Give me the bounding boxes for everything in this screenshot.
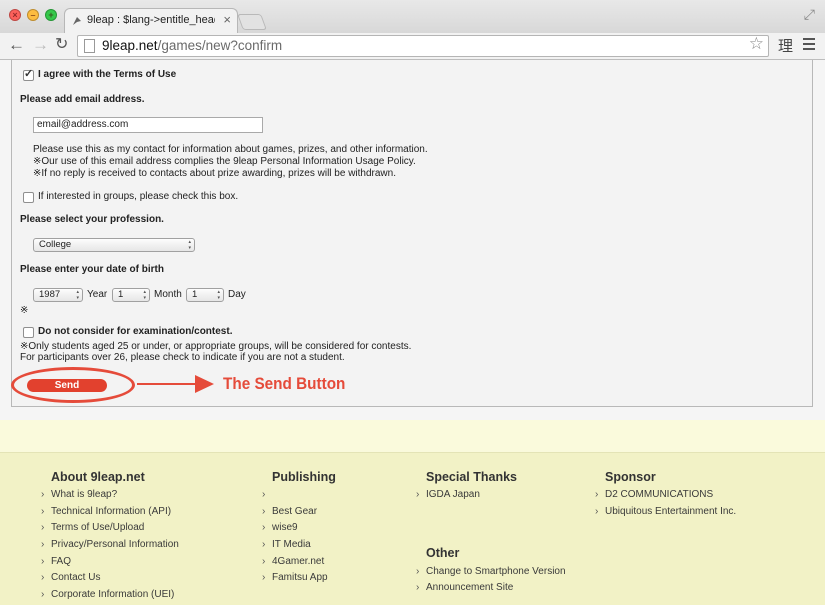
footer-link[interactable]: Contact Us xyxy=(41,572,101,583)
bookmark-star-icon[interactable]: ☆ xyxy=(749,34,764,54)
dob-heading: Please enter your date of birth xyxy=(20,264,164,275)
footer-link[interactable]: Corporate Information (UEI) xyxy=(41,589,174,600)
terms-checkbox[interactable] xyxy=(23,67,34,81)
profession-heading: Please select your profession. xyxy=(20,214,164,225)
contest-label: Do not consider for examination/contest. xyxy=(38,326,233,337)
forward-icon[interactable]: → xyxy=(32,35,49,55)
profession-select[interactable]: College xyxy=(33,238,195,252)
footer-link[interactable]: What is 9leap? xyxy=(41,489,117,500)
contest-note: ※Only students aged 25 or under, or appr… xyxy=(20,341,412,352)
dob-year-select[interactable]: 1987 xyxy=(33,288,83,302)
groups-label: If interested in groups, please check th… xyxy=(38,191,239,202)
zoom-window-icon[interactable]: + xyxy=(45,9,57,21)
email-field[interactable]: email@address.com xyxy=(33,117,263,133)
email-note: Please use this as my contact for inform… xyxy=(33,144,428,155)
email-note: ※If no reply is received to contacts abo… xyxy=(33,168,396,179)
footer-heading-thanks: Special Thanks xyxy=(426,470,518,484)
contest-note: For participants over 26, please check t… xyxy=(20,352,345,363)
favicon-icon xyxy=(73,17,81,25)
browser-toolbar: ← → ↻ 9leap.net/games/new?confirm ☆ 理 xyxy=(0,33,825,60)
footer-link[interactable]: 4Gamer.net xyxy=(262,556,324,567)
footer-heading-sponsor: Sponsor xyxy=(605,470,656,484)
groups-checkbox[interactable] xyxy=(23,192,34,203)
url-text: 9leap.net/games/new?confirm xyxy=(102,38,282,53)
address-bar[interactable]: 9leap.net/games/new?confirm ☆ xyxy=(77,34,769,57)
footer-link[interactable]: Announcement Site xyxy=(416,582,513,593)
annotation-arrow-head xyxy=(195,375,214,393)
hamburger-menu-icon[interactable] xyxy=(803,38,815,53)
url-host: 9leap.net xyxy=(102,38,158,53)
browser-tab[interactable]: 9leap : $lang->entitle_head × xyxy=(64,8,238,34)
email-note: ※Our use of this email address complies … xyxy=(33,156,416,167)
footer-link[interactable]: FAQ xyxy=(41,556,71,567)
dob-day-select[interactable]: 1 xyxy=(186,288,224,302)
url-path: /games/new?confirm xyxy=(157,38,283,53)
footer-heading-other: Other xyxy=(426,546,460,560)
email-heading: Please add email address. xyxy=(20,94,145,105)
footer-link[interactable]: IT Media xyxy=(262,539,311,550)
close-tab-icon[interactable]: × xyxy=(223,12,231,27)
footer-link[interactable]: Terms of Use/Upload xyxy=(41,522,144,533)
footer-link[interactable]: Privacy/Personal Information xyxy=(41,539,179,550)
annotation-ellipse xyxy=(11,367,135,403)
terms-label: I agree with the Terms of Use xyxy=(38,69,177,80)
fullscreen-icon[interactable]: ⤢ xyxy=(804,6,815,23)
minimize-window-icon[interactable]: – xyxy=(27,9,39,21)
back-icon[interactable]: ← xyxy=(8,35,25,55)
dob-month-select[interactable]: 1 xyxy=(112,288,150,302)
contest-checkbox[interactable] xyxy=(23,327,34,338)
tab-title: 9leap : $lang->entitle_head xyxy=(87,14,215,26)
annotation-arrow-shaft xyxy=(137,383,199,385)
annotation-label: The Send Button xyxy=(223,374,346,393)
footer-link[interactable]: IGDA Japan xyxy=(416,489,480,500)
dob-note: ※ xyxy=(20,305,29,316)
extension-icon[interactable]: 理 xyxy=(778,35,793,56)
dob-month-unit: Month xyxy=(154,289,182,300)
footer-link[interactable]: Best Gear xyxy=(262,506,317,517)
browser-tab-bar: × – + 9leap : $lang->entitle_head × ⤢ xyxy=(0,0,825,34)
footer-link[interactable]: Ubiquitous Entertainment Inc. xyxy=(595,506,736,517)
dob-year-unit: Year xyxy=(87,289,108,300)
close-window-icon[interactable]: × xyxy=(9,9,21,21)
footer-link[interactable]: D2 COMMUNICATIONS xyxy=(595,489,713,500)
footer-heading-about: About 9leap.net xyxy=(51,470,145,484)
dob-day-unit: Day xyxy=(228,289,246,300)
new-tab-button[interactable] xyxy=(237,14,267,30)
footer-link[interactable]: Famitsu App xyxy=(262,572,328,583)
footer-link[interactable]: wise9 xyxy=(262,522,297,533)
footer-link[interactable]: Change to Smartphone Version xyxy=(416,566,566,577)
footer-link[interactable]: Technical Information (API) xyxy=(41,506,171,517)
reload-icon[interactable]: ↻ xyxy=(55,35,68,55)
page-icon xyxy=(84,39,95,53)
footer-heading-publishing: Publishing xyxy=(272,470,336,484)
